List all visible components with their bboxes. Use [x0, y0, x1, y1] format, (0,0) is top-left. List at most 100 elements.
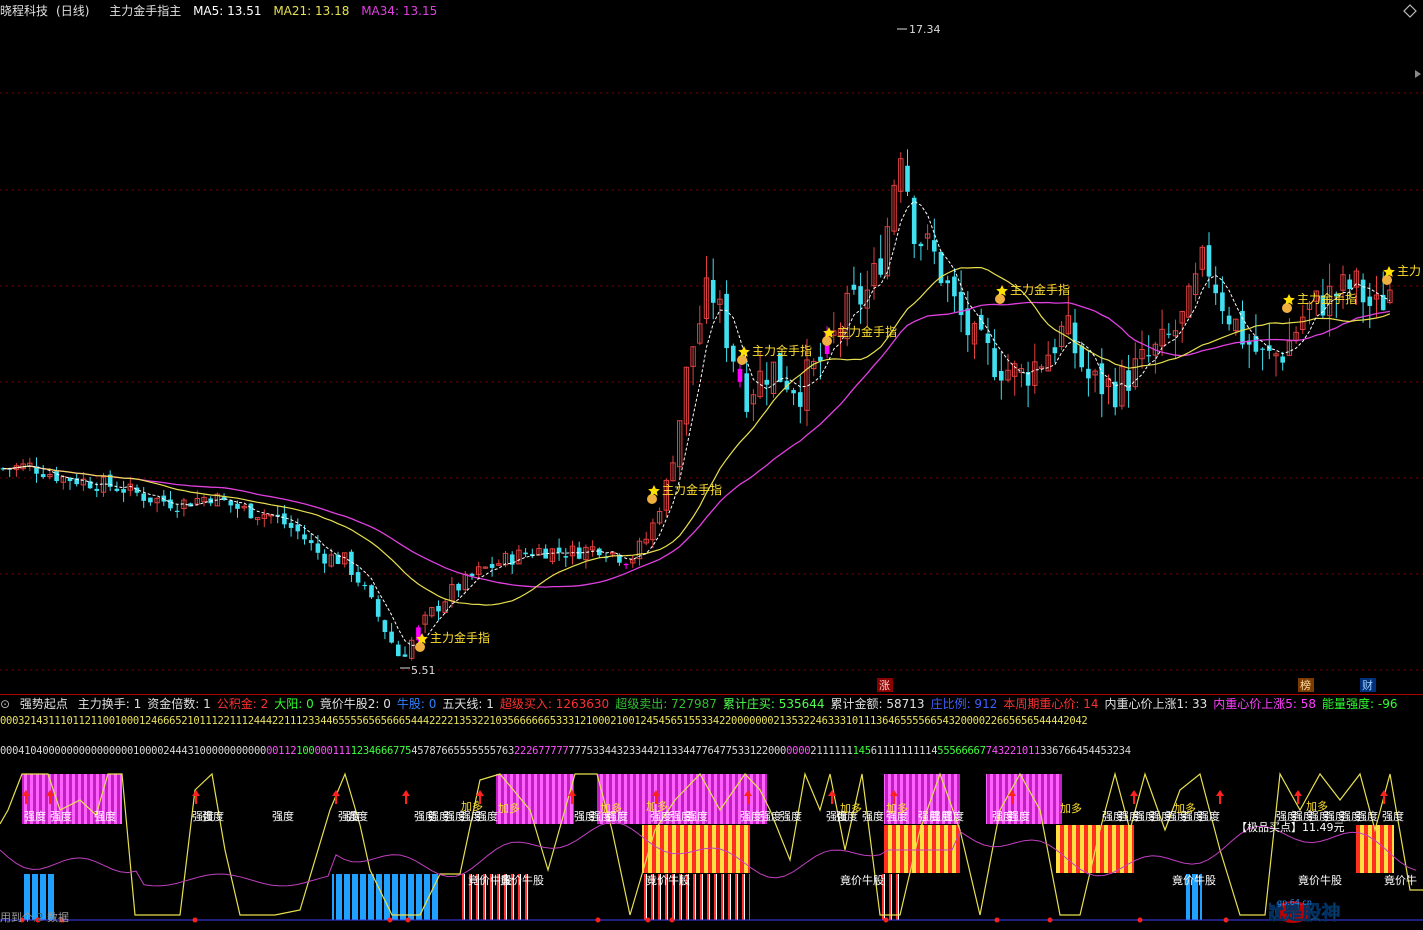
signal-marker[interactable]: 主力金手指 [995, 282, 1070, 304]
yellow-red-block [884, 825, 960, 873]
signal-label: 主力金手指 [430, 630, 490, 645]
signal-marker[interactable]: 主力金手指 [647, 482, 722, 504]
indicator-item: 公积金: 2 [216, 697, 269, 711]
candle [214, 492, 221, 507]
indicator-title[interactable]: 强势起点 [20, 697, 68, 711]
candle [703, 255, 710, 324]
indicator-label: 强度 [272, 809, 294, 823]
candle [589, 540, 596, 557]
up-arrow-icon [1380, 790, 1388, 804]
candle [811, 358, 817, 377]
ma34-line [2, 301, 1391, 588]
signal-label: 主力金手指 [662, 482, 722, 497]
candle [924, 224, 931, 250]
indicator-label: 竟价牛股 [500, 873, 544, 887]
candle [107, 470, 113, 492]
candle [971, 321, 978, 360]
candle [583, 544, 589, 569]
indicator-label: 竟价牛股 [646, 873, 690, 887]
candle [295, 518, 301, 540]
candle [34, 457, 39, 483]
signal-marker[interactable]: 主力 [1382, 264, 1421, 285]
ma5-line [2, 200, 1391, 647]
star-icon [648, 485, 660, 496]
candle [1005, 354, 1011, 383]
candle [1300, 304, 1306, 334]
watermark-logo: 你就是股神 gp.64.cn [1244, 894, 1419, 926]
bottom-marker [405, 917, 411, 923]
candle [422, 611, 428, 634]
flag-bang[interactable]: 榜 [1298, 678, 1314, 692]
candle [60, 475, 66, 490]
candle [630, 555, 636, 568]
signal-marker[interactable]: 主力金手指 [1282, 291, 1357, 313]
digit-row-1: 0003214311101121100100012466652101112211… [0, 715, 1088, 727]
candle [884, 217, 891, 280]
indicator-name[interactable]: 主力金手指主 [109, 4, 181, 18]
bottom-marker [994, 917, 1000, 923]
indicator-label: 强度 [94, 809, 116, 823]
candlestick-chart[interactable]: 主力金手指主力金手指主力金手指主力金手指主力金手指主力金手指主力 17.34 5… [0, 22, 1423, 694]
candle [1086, 349, 1091, 397]
candle [636, 537, 643, 566]
collapse-icon[interactable]: ⊙ [0, 697, 10, 711]
candle [188, 502, 193, 507]
indicator-item: 大阳: 0 [274, 697, 314, 711]
candle [476, 561, 482, 580]
candle [1146, 335, 1151, 363]
hand-icon [737, 355, 747, 365]
candle [536, 543, 542, 556]
signal-marker[interactable]: 主力金手指 [415, 630, 490, 652]
hand-icon [1382, 275, 1392, 285]
indicator-item: 五天线: 1 [442, 697, 494, 711]
strength-indicator-chart[interactable]: 强度 强度 强度 强度强度 强度 强度强度 强度强度强度强度强度 强度强度强度 强度强度强度 强度… [0, 770, 1423, 928]
bottom-marker [1223, 917, 1229, 923]
signal-label: 主力金手指 [1010, 282, 1070, 297]
candle [597, 547, 602, 559]
indicator-header: ⊙ 强势起点 主力换手: 1 资金倍数: 1 公积金: 2 大阳: 0 竟价牛股2: 0… [0, 695, 1423, 713]
low-price-text: 5.51 [411, 664, 436, 677]
candle [1166, 323, 1172, 339]
indicator-item: 内重心价上涨5: 58 [1213, 697, 1317, 711]
flag-cai[interactable]: 财 [1360, 678, 1376, 692]
candle [1172, 319, 1179, 359]
chart-title-bar: 晓程科技 (日线) 主力金手指主 MA5: 13.51 MA21: 13.18 M… [0, 0, 1423, 22]
candle [375, 595, 381, 622]
candle [1273, 351, 1279, 377]
candle [965, 291, 971, 352]
candle [382, 619, 388, 640]
candle [1025, 361, 1031, 408]
buy-point-label: 【极品买点】11.49元 [1236, 820, 1345, 834]
candle [1119, 359, 1125, 410]
candle [1159, 309, 1165, 356]
candle [308, 532, 314, 551]
signal-markers: 主力金手指主力金手指主力金手指主力金手指主力金手指主力金手指主力 [415, 264, 1421, 652]
indicator-label: 加多 [498, 801, 520, 815]
high-price-text: 17.34 [909, 23, 941, 36]
right-scroll-arrow[interactable] [1415, 70, 1421, 78]
candle [436, 600, 441, 621]
candle [389, 623, 394, 644]
bottom-marker [1137, 917, 1143, 923]
stock-name[interactable]: 晓程科技 (日线) [0, 4, 97, 18]
star-icon [1283, 294, 1295, 305]
candle [798, 375, 803, 424]
indicator-label: 强度 [50, 809, 72, 823]
up-arrow-icon [1216, 790, 1224, 804]
candle [1092, 368, 1098, 393]
indicator-label: 加多 [600, 801, 622, 815]
expand-icon[interactable] [1403, 4, 1417, 18]
indicator-label: 加多 [1306, 799, 1328, 813]
candle [576, 541, 582, 560]
candle [1267, 323, 1272, 360]
candle [898, 152, 904, 203]
candle [945, 275, 950, 302]
indicator-item: 资金倍数: 1 [147, 697, 211, 711]
candle [261, 509, 268, 528]
indicator-item: 竟价牛股2: 0 [319, 697, 391, 711]
hand-icon [415, 642, 425, 652]
candle [13, 463, 20, 477]
indicator-label: 强度 [1008, 809, 1030, 823]
flag-zhang[interactable]: 涨 [877, 678, 893, 692]
candle [1246, 333, 1252, 369]
